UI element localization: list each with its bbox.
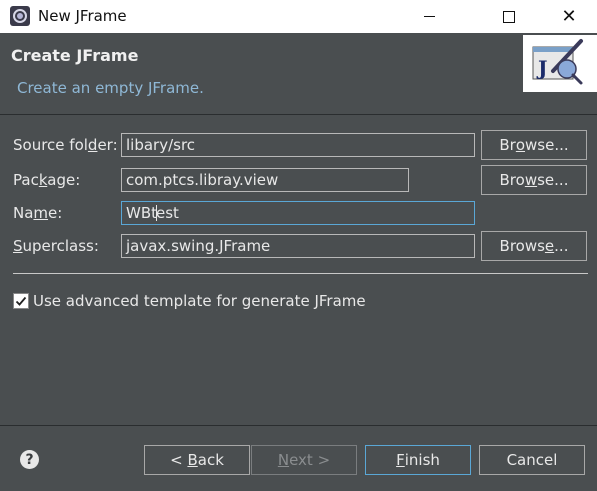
superclass-label: Superclass: bbox=[13, 237, 99, 255]
close-icon: ✕ bbox=[561, 6, 577, 27]
superclass-field[interactable]: javax.swing.JFrame bbox=[121, 234, 475, 258]
package-label: Package: bbox=[13, 171, 81, 189]
help-icon[interactable]: ? bbox=[20, 450, 39, 469]
back-button[interactable]: < Back bbox=[144, 445, 250, 475]
jframe-wizard-icon: J bbox=[523, 35, 597, 92]
banner-description: Create an empty JFrame. bbox=[17, 79, 204, 97]
close-button[interactable]: ✕ bbox=[544, 0, 594, 33]
checkmark-icon bbox=[15, 296, 27, 306]
advanced-template-label[interactable]: Use advanced template for generate JFram… bbox=[33, 292, 366, 310]
name-field[interactable]: WBtest bbox=[121, 201, 475, 225]
app-icon bbox=[10, 6, 30, 26]
minimize-icon bbox=[423, 16, 435, 17]
title-bar: New JFrame ✕ bbox=[0, 0, 597, 33]
package-browse-button[interactable]: Bro w se... bbox=[481, 165, 587, 195]
advanced-template-checkbox[interactable] bbox=[13, 293, 29, 309]
superclass-browse-button[interactable]: Brows e... bbox=[481, 231, 587, 261]
window-title: New JFrame bbox=[38, 7, 127, 25]
package-field[interactable]: com.ptcs.libray.view bbox=[121, 168, 409, 192]
name-label: Name: bbox=[13, 204, 63, 222]
wizard-banner: Create JFrame Create an empty JFrame. J bbox=[0, 34, 597, 114]
minimize-button[interactable] bbox=[404, 0, 454, 33]
source-folder-field[interactable]: libary/src bbox=[121, 133, 475, 157]
svg-text:J: J bbox=[536, 56, 547, 80]
cancel-button[interactable]: Cancel bbox=[479, 445, 585, 475]
banner-title: Create JFrame bbox=[11, 46, 139, 65]
maximize-button[interactable] bbox=[484, 0, 534, 33]
finish-button[interactable]: Finish bbox=[365, 445, 471, 475]
next-button[interactable]: Next > bbox=[251, 445, 357, 475]
maximize-icon bbox=[503, 10, 515, 23]
source-folder-browse-button[interactable]: Br o wse... bbox=[481, 130, 587, 160]
banner-separator bbox=[0, 114, 597, 115]
footer-separator bbox=[0, 425, 597, 426]
form-separator bbox=[13, 273, 588, 274]
source-folder-label: Source folder: bbox=[13, 136, 118, 154]
